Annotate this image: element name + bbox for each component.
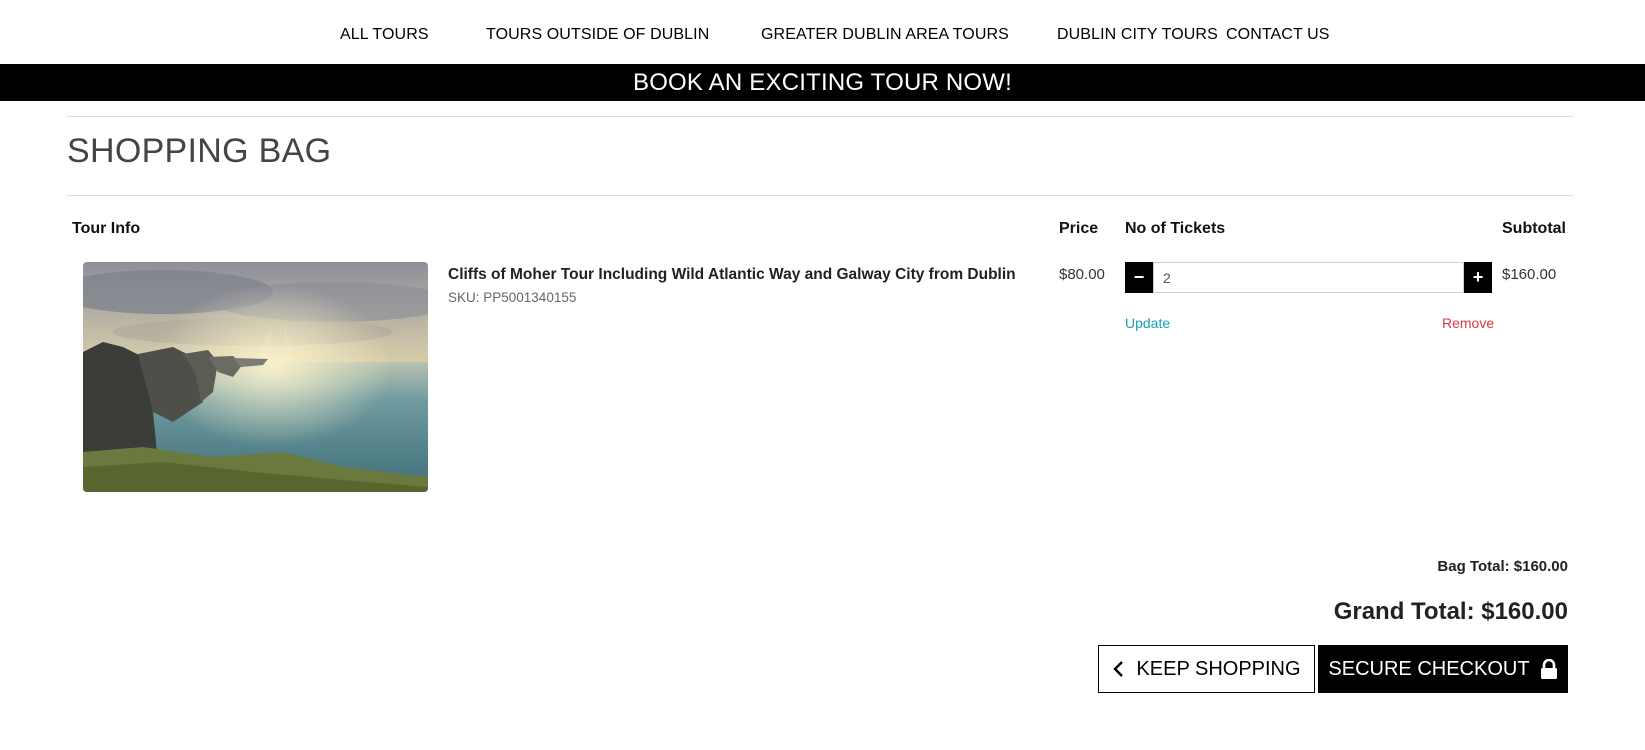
row-subtotal: $160.00 [1502,266,1557,283]
header-tour-info: Tour Info [72,220,141,237]
quantity-input[interactable] [1153,262,1464,293]
quantity-stepper: − + [1125,262,1492,293]
page-title: SHOPPING BAG [67,132,332,170]
promo-banner: BOOK AN EXCITING TOUR NOW! [0,64,1645,101]
tour-price: $80.00 [1059,266,1105,283]
tour-image [83,262,428,492]
grand-total: Grand Total: $160.00 [1333,598,1568,625]
divider [67,195,1573,196]
bag-total: Bag Total: $160.00 [1437,558,1568,575]
nav-contact-us[interactable]: CONTACT US [1226,26,1330,44]
nav-dublin-city-tours[interactable]: DUBLIN CITY TOURS [1057,26,1218,44]
header-price: Price [1059,220,1099,237]
tour-name: Cliffs of Moher Tour Including Wild Atla… [448,266,1016,283]
nav-all-tours[interactable]: ALL TOURS [340,26,429,44]
decrement-button[interactable]: − [1125,262,1153,293]
lock-icon [1540,658,1558,680]
header-tickets: No of Tickets [1125,220,1226,237]
main-nav: ALL TOURS TOURS OUTSIDE OF DUBLIN GREATE… [0,0,1645,64]
remove-link[interactable]: Remove [1442,315,1494,331]
secure-checkout-button[interactable]: SECURE CHECKOUT [1318,645,1568,693]
update-link[interactable]: Update [1125,315,1170,331]
keep-shopping-button[interactable]: KEEP SHOPPING [1098,645,1315,693]
keep-shopping-label: KEEP SHOPPING [1136,657,1301,680]
tour-sku: SKU: PP5001340155 [448,290,577,305]
secure-checkout-label: SECURE CHECKOUT [1328,657,1530,680]
chevron-left-icon [1112,660,1124,678]
nav-greater-dublin-tours[interactable]: GREATER DUBLIN AREA TOURS [761,26,1009,44]
nav-tours-outside-dublin[interactable]: TOURS OUTSIDE OF DUBLIN [486,26,709,44]
divider [67,116,1573,117]
increment-button[interactable]: + [1464,262,1492,293]
header-subtotal: Subtotal [1502,220,1566,237]
